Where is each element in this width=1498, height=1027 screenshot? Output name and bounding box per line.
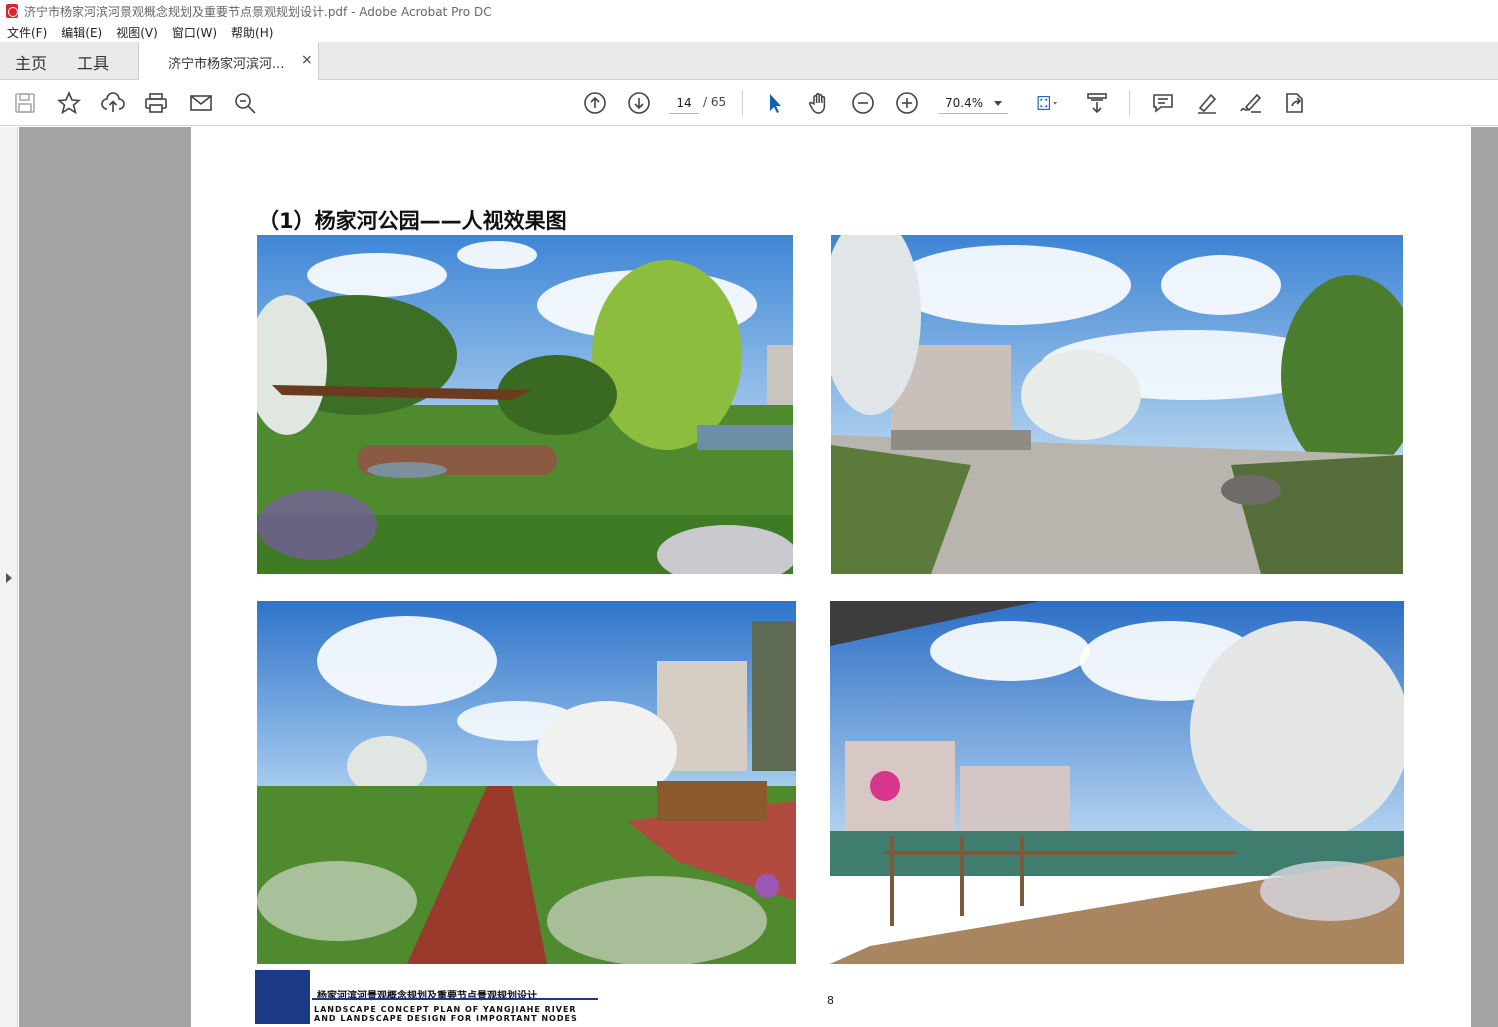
tab-document-label: 济宁市杨家河滨河... [168, 57, 285, 72]
chevron-down-icon [994, 101, 1002, 106]
menu-file[interactable]: 文件(F) [7, 24, 47, 41]
zoom-level-value: 70.4% [945, 96, 984, 110]
email-icon[interactable] [189, 91, 213, 115]
window-title: 济宁市杨家河滨河景观概念规划及重要节点景观规划设计.pdf - Adobe Ac… [24, 4, 492, 19]
page-total: / 65 [703, 95, 727, 109]
footer-divider [312, 998, 598, 1000]
menu-window[interactable]: 窗口(W) [172, 24, 217, 41]
bookmark-star-icon[interactable] [57, 91, 81, 115]
page-down-icon[interactable] [627, 91, 651, 115]
expand-arrow-icon[interactable] [6, 573, 12, 583]
page-number: 8 [827, 994, 834, 1007]
scroll-mode-icon[interactable] [1085, 91, 1109, 115]
tab-tools[interactable]: 工具 [77, 50, 109, 74]
zoom-level-select[interactable]: 70.4% [938, 92, 1008, 114]
fit-page-icon[interactable] [1031, 91, 1065, 115]
zoom-out-icon[interactable] [851, 91, 875, 115]
menu-bar: 文件(F) 编辑(E) 视图(V) 窗口(W) 帮助(H) [0, 22, 1498, 42]
hand-icon[interactable] [807, 91, 831, 115]
page-up-icon[interactable] [583, 91, 607, 115]
toolbar: 14 / 65 70.4% [0, 80, 1498, 126]
toolbar-divider [742, 90, 743, 116]
footer-logo [255, 970, 310, 1024]
footer-english-line-1: LANDSCAPE CONCEPT PLAN OF YANGJIAHE RIVE… [314, 1005, 577, 1014]
print-icon[interactable] [144, 91, 168, 115]
rendering-park-pavilion [257, 235, 793, 574]
close-icon[interactable]: × [301, 52, 313, 68]
workspace-right-margin [1471, 127, 1498, 1027]
upload-cloud-icon[interactable] [101, 91, 125, 115]
menu-edit[interactable]: 编辑(E) [61, 24, 102, 41]
rendering-gravel-plaza [831, 235, 1403, 574]
page-number-input[interactable]: 14 [669, 92, 699, 114]
comment-icon[interactable] [1151, 91, 1175, 115]
rendering-red-path [257, 601, 796, 964]
tab-document[interactable]: 济宁市杨家河滨河... × [138, 42, 319, 80]
navigation-pane-toggle[interactable] [0, 127, 18, 1027]
sign-icon[interactable] [1239, 91, 1263, 115]
page-heading: （1）杨家河公园——人视效果图 [258, 209, 567, 233]
highlight-icon[interactable] [1195, 91, 1219, 115]
menu-help[interactable]: 帮助(H) [231, 24, 273, 41]
zoom-search-icon[interactable] [233, 91, 257, 115]
tab-bar: 主页 工具 济宁市杨家河滨河... × [0, 42, 1498, 80]
save-icon[interactable] [13, 91, 37, 115]
toolbar-divider [1129, 90, 1130, 116]
zoom-in-icon[interactable] [895, 91, 919, 115]
tab-home[interactable]: 主页 [15, 50, 47, 74]
title-bar: 济宁市杨家河滨河景观概念规划及重要节点景观规划设计.pdf - Adobe Ac… [0, 0, 1498, 22]
share-icon[interactable] [1283, 91, 1307, 115]
acrobat-icon [6, 4, 18, 18]
rendering-waterfront-deck [830, 601, 1404, 964]
select-cursor-icon[interactable] [763, 91, 787, 115]
footer-english-line-2: AND LANDSCAPE DESIGN FOR IMPORTANT NODES [314, 1014, 578, 1023]
menu-view[interactable]: 视图(V) [116, 24, 158, 41]
